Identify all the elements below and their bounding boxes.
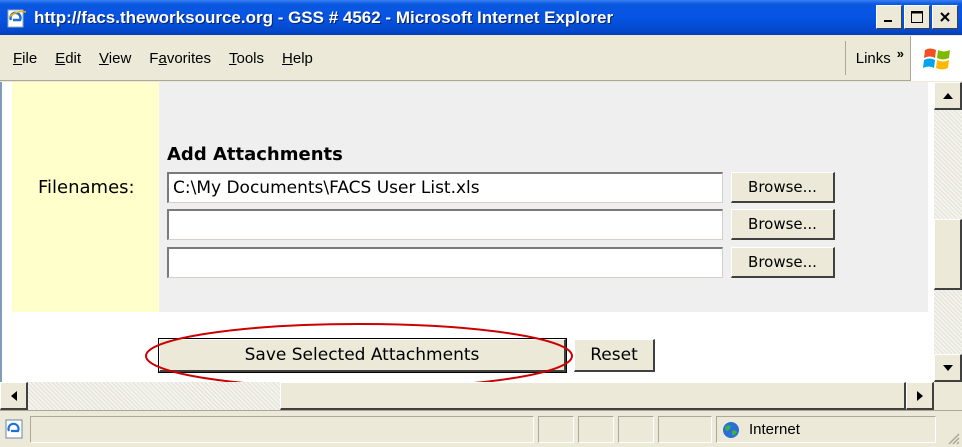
- arrow-right-icon: [916, 390, 923, 401]
- links-label: Links: [855, 49, 891, 67]
- status-cell-1: [538, 416, 574, 443]
- close-button[interactable]: [932, 5, 958, 29]
- page-content: Add Attachments Filenames: C:\My Documen…: [0, 82, 934, 382]
- close-icon: [940, 12, 950, 22]
- menu-bar: File Edit View Favorites Tools Help Link…: [0, 35, 962, 81]
- filenames-label: Filenames:: [38, 177, 135, 198]
- browse-button-2[interactable]: Browse...: [731, 209, 835, 240]
- window-title: http://facs.theworksource.org - GSS # 45…: [34, 7, 614, 27]
- menu-tools[interactable]: Tools: [220, 50, 273, 67]
- status-text: [30, 416, 534, 443]
- title-bar[interactable]: http://facs.theworksource.org - GSS # 45…: [0, 0, 962, 35]
- status-cell-4: [658, 416, 712, 443]
- file-input-2[interactable]: [167, 209, 723, 240]
- vertical-scroll-thumb[interactable]: [934, 219, 962, 290]
- menu-help[interactable]: Help: [273, 50, 322, 67]
- scroll-right-button[interactable]: [906, 382, 934, 410]
- browse-button-1[interactable]: Browse...: [731, 172, 835, 203]
- menu-view[interactable]: View: [90, 50, 140, 67]
- status-bar: Internet: [0, 410, 962, 447]
- page-status-icon: [5, 419, 23, 439]
- file-input-1[interactable]: C:\My Documents\FACS User List.xls: [167, 172, 723, 203]
- windows-logo: [910, 36, 962, 81]
- minimize-icon: [884, 20, 892, 22]
- add-attachments-heading: Add Attachments: [167, 144, 343, 165]
- file-input-3[interactable]: [167, 247, 723, 278]
- reset-button[interactable]: Reset: [574, 339, 655, 372]
- horizontal-scrollbar[interactable]: [0, 382, 934, 410]
- vertical-scrollbar[interactable]: [934, 82, 962, 382]
- windows-flag-icon: [922, 48, 950, 69]
- status-cell-2: [578, 416, 614, 443]
- minimize-button[interactable]: [876, 5, 902, 29]
- ie-page-icon: [6, 7, 28, 29]
- scroll-left-button[interactable]: [0, 382, 28, 410]
- chevron-right-icon[interactable]: »: [897, 46, 904, 61]
- resize-grip-icon[interactable]: [946, 431, 960, 445]
- menu-file[interactable]: File: [4, 50, 46, 67]
- maximize-icon: [911, 11, 923, 23]
- menu-edit[interactable]: Edit: [46, 50, 90, 67]
- browse-button-3[interactable]: Browse...: [731, 247, 835, 278]
- arrow-left-icon: [10, 390, 17, 401]
- arrow-down-icon: [942, 364, 953, 371]
- menu-favorites[interactable]: Favorites: [140, 50, 220, 67]
- links-toolbar[interactable]: Links »: [844, 41, 904, 75]
- scroll-up-button[interactable]: [934, 82, 962, 110]
- arrow-up-icon: [942, 92, 953, 99]
- status-cell-3: [618, 416, 654, 443]
- horizontal-scroll-thumb[interactable]: [280, 382, 906, 410]
- scroll-down-button[interactable]: [934, 354, 962, 382]
- maximize-button[interactable]: [904, 5, 930, 29]
- scrollbar-corner: [934, 382, 962, 410]
- save-selected-attachments-button[interactable]: Save Selected Attachments: [158, 338, 567, 373]
- security-zone[interactable]: Internet: [716, 416, 936, 443]
- globe-icon: [723, 421, 739, 438]
- zone-label: Internet: [749, 421, 800, 438]
